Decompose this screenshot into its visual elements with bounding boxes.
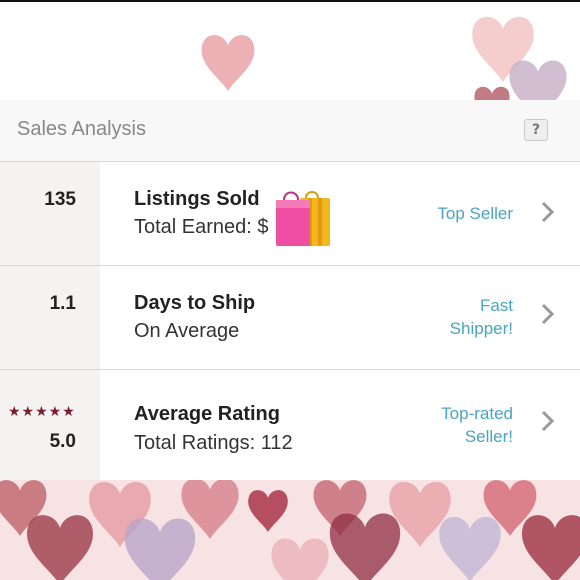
listings-sold-row[interactable]: 135 Listings Sold Total Earned: $ Top Se… xyxy=(0,162,580,266)
badge-text-line1: Top-rated xyxy=(441,404,513,423)
row-title: Listings Sold xyxy=(134,188,260,210)
listings-sold-count: 135 xyxy=(44,189,76,210)
stat-cell: ★★★★★ 5.0 xyxy=(0,370,100,480)
badge-top-seller: Top Seller xyxy=(437,202,513,225)
row-subtitle: Total Ratings: 112 xyxy=(134,432,293,454)
days-to-ship-row[interactable]: 1.1 Days to Ship On Average Fast Shipper… xyxy=(0,266,580,370)
panel-header: Sales Analysis ? xyxy=(0,100,580,162)
days-to-ship-value: 1.1 xyxy=(49,293,76,314)
shopping-bags-icon xyxy=(276,191,330,246)
average-rating-row[interactable]: ★★★★★ 5.0 Average Rating Total Ratings: … xyxy=(0,370,580,480)
top-border xyxy=(0,0,580,2)
help-button[interactable]: ? xyxy=(524,119,548,141)
badge-fast-shipper: Fast Shipper! xyxy=(450,294,513,340)
row-subtitle: Total Earned: $ xyxy=(134,216,269,238)
panel-title: Sales Analysis xyxy=(17,118,146,140)
stat-cell: 1.1 xyxy=(0,266,100,369)
row-title: Average Rating xyxy=(134,403,280,425)
chevron-right-icon[interactable] xyxy=(540,200,556,224)
chevron-right-icon[interactable] xyxy=(540,409,556,433)
stat-cell: 135 xyxy=(0,162,100,265)
badge-text: Top Seller xyxy=(437,204,513,223)
badge-text-line2: Shipper! xyxy=(449,319,513,338)
badge-text-line1: Fast xyxy=(479,296,513,315)
row-subtitle: On Average xyxy=(134,320,240,342)
row-title: Days to Ship xyxy=(134,292,256,314)
sales-analysis-panel: Sales Analysis ? 135 Listings Sold Total… xyxy=(0,100,580,480)
chevron-right-icon[interactable] xyxy=(540,302,556,326)
star-rating: ★★★★★ xyxy=(8,404,76,420)
badge-text-line2: Seller! xyxy=(464,427,513,446)
badge-top-rated-seller: Top-rated Seller! xyxy=(441,402,513,448)
average-rating-value: 5.0 xyxy=(49,431,76,452)
